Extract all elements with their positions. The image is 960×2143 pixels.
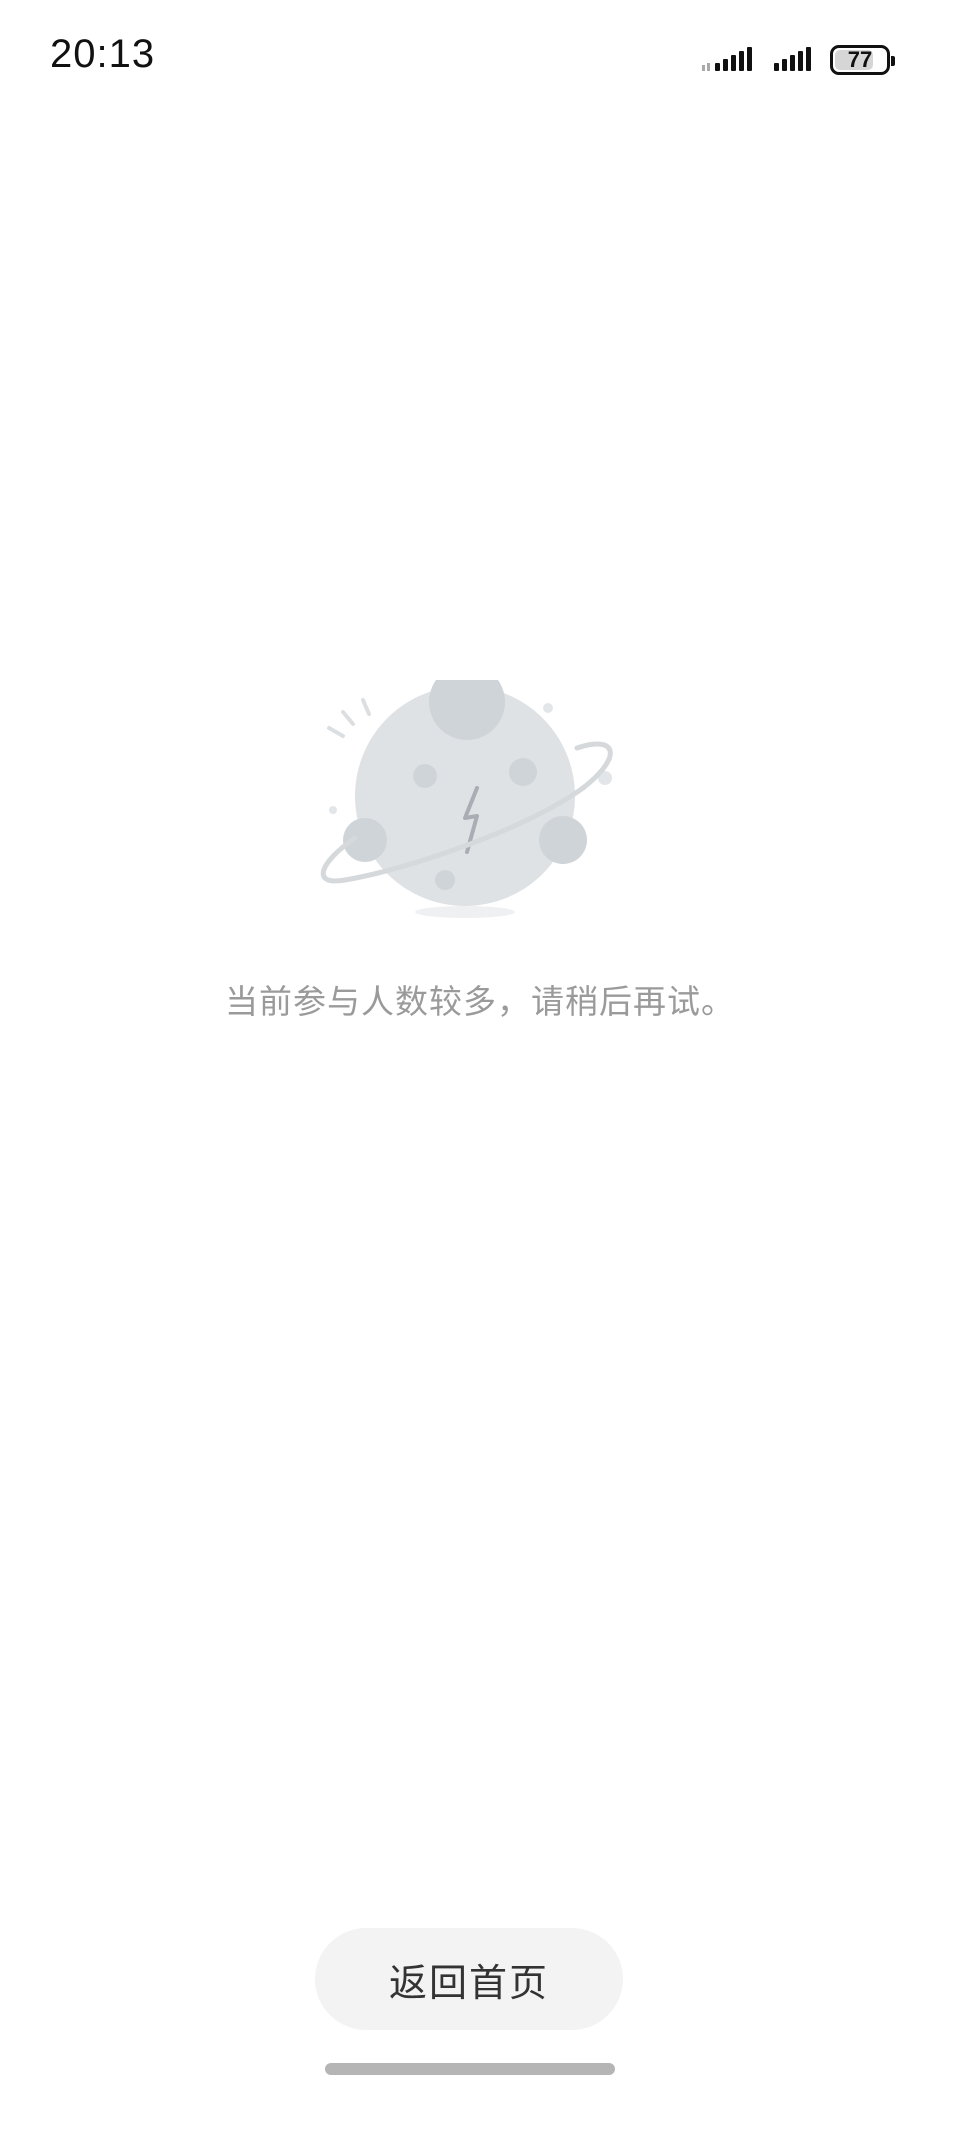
signal-icon-2 bbox=[774, 47, 811, 71]
battery-level: 77 bbox=[847, 47, 873, 72]
status-bar: 20:13 77 bbox=[0, 0, 960, 130]
error-message: 当前参与人数较多，请稍后再试。 bbox=[225, 982, 735, 1021]
status-icons: 77 bbox=[702, 40, 895, 80]
home-indicator[interactable] bbox=[325, 2063, 615, 2075]
battery-icon: 77 bbox=[830, 45, 895, 75]
status-time: 20:13 bbox=[50, 32, 156, 76]
planet-icon bbox=[320, 680, 613, 918]
signal-icon-1 bbox=[702, 47, 752, 71]
back-to-home-button[interactable]: 返回首页 bbox=[315, 1928, 623, 2030]
battery-tip bbox=[891, 56, 895, 66]
